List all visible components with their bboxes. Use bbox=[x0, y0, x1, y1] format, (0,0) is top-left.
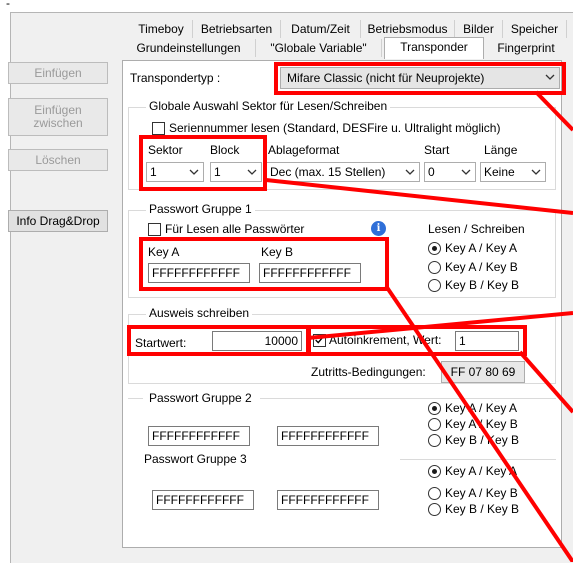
arrow-line-sector-block bbox=[265, 178, 573, 215]
annotation-arrows bbox=[265, 90, 573, 562]
arrow-line-transponder-type bbox=[534, 90, 573, 132]
arrow-line-autoincrement bbox=[518, 350, 573, 414]
arrow-line-start-value bbox=[307, 311, 573, 340]
